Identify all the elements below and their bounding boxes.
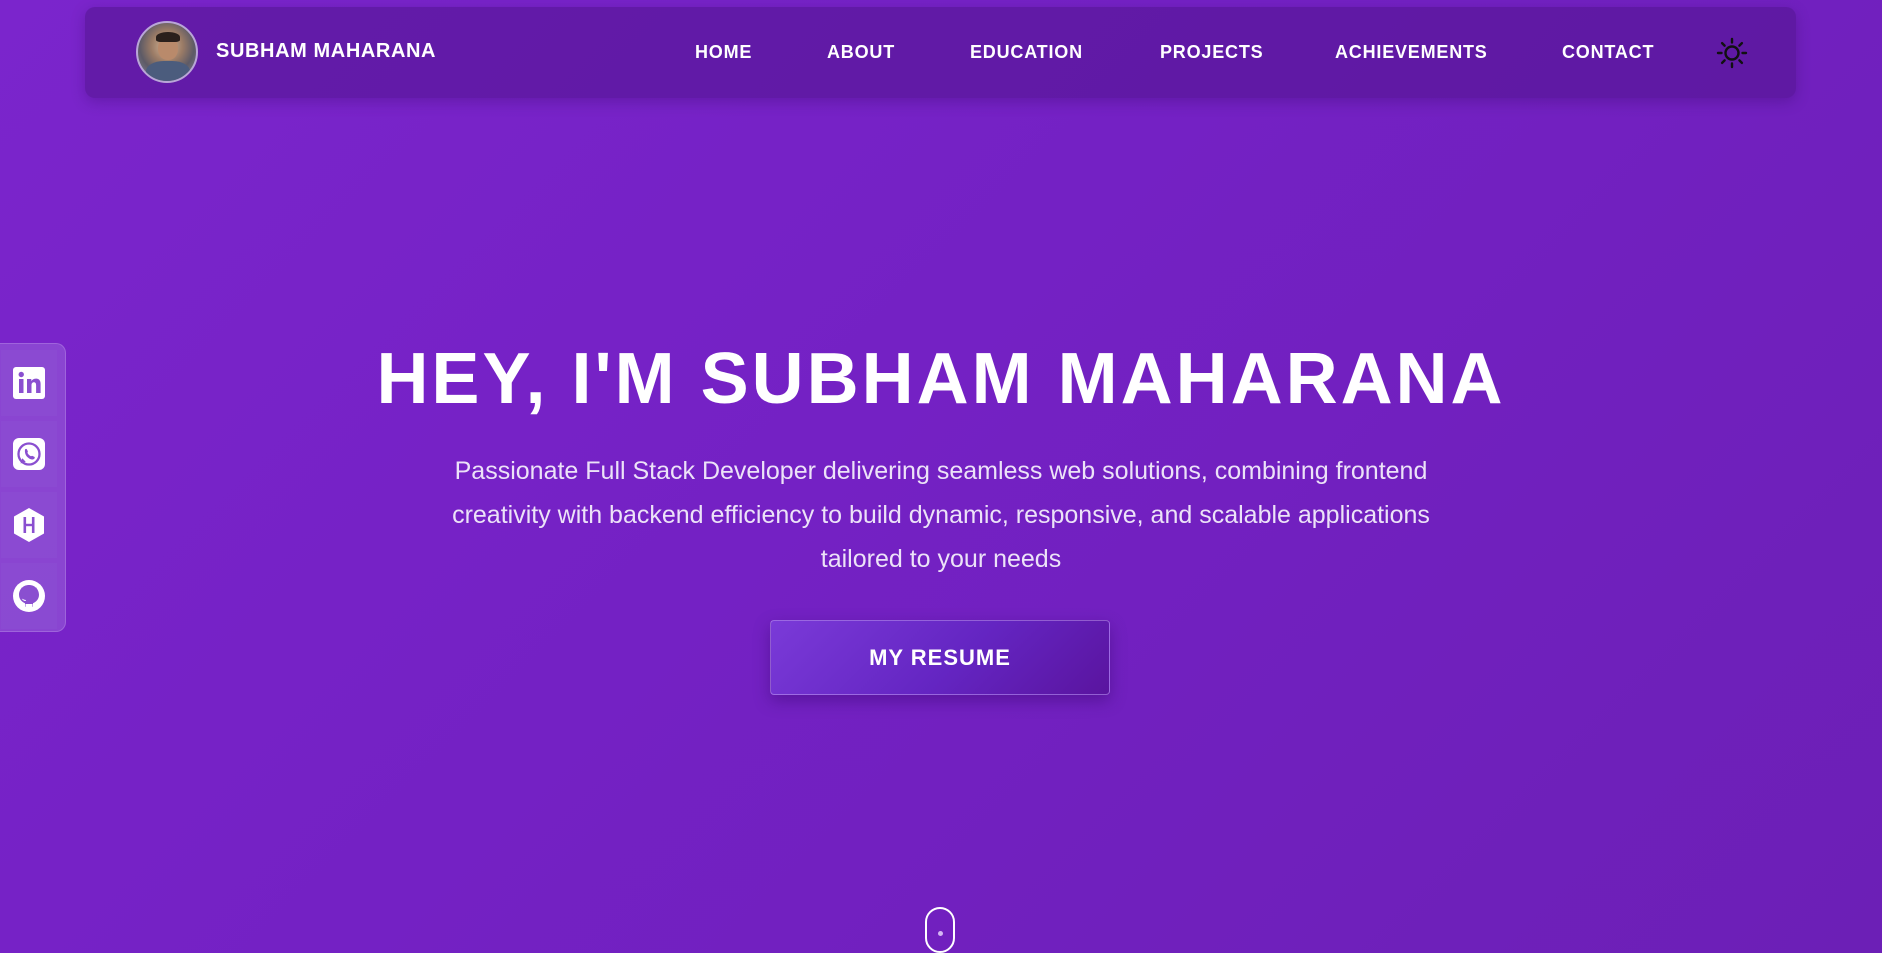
github-icon: [13, 580, 45, 612]
whatsapp-icon: [13, 438, 45, 470]
nav-link-education[interactable]: EDUCATION: [970, 42, 1083, 63]
github-link[interactable]: [1, 563, 57, 629]
brand-name[interactable]: SUBHAM MAHARANA: [216, 40, 436, 63]
nav-link-home[interactable]: HOME: [695, 42, 752, 63]
scroll-dot: [938, 931, 943, 936]
nav-link-about[interactable]: ABOUT: [827, 42, 895, 63]
nav-link-contact[interactable]: CONTACT: [1562, 42, 1654, 63]
nav-link-achievements[interactable]: ACHIEVEMENTS: [1335, 42, 1488, 63]
whatsapp-link[interactable]: [1, 421, 57, 487]
hero-description: Passionate Full Stack Developer deliveri…: [452, 457, 1430, 573]
hashnode-icon: [14, 508, 44, 542]
theme-toggle-button[interactable]: [1716, 37, 1748, 69]
nav-link-projects[interactable]: PROJECTS: [1160, 42, 1263, 63]
avatar[interactable]: [136, 21, 198, 83]
hero-title: HEY, I'M SUBHAM MAHARANA: [376, 339, 1506, 420]
navbar: SUBHAM MAHARANA HOME ABOUT EDUCATION PRO…: [85, 7, 1796, 98]
resume-button[interactable]: MY RESUME: [770, 620, 1110, 695]
avatar-hair: [156, 32, 180, 42]
hashnode-link[interactable]: [1, 492, 57, 558]
mouse-scroll-icon[interactable]: [925, 907, 955, 953]
avatar-shirt: [146, 61, 190, 81]
sun-icon: [1716, 37, 1748, 69]
